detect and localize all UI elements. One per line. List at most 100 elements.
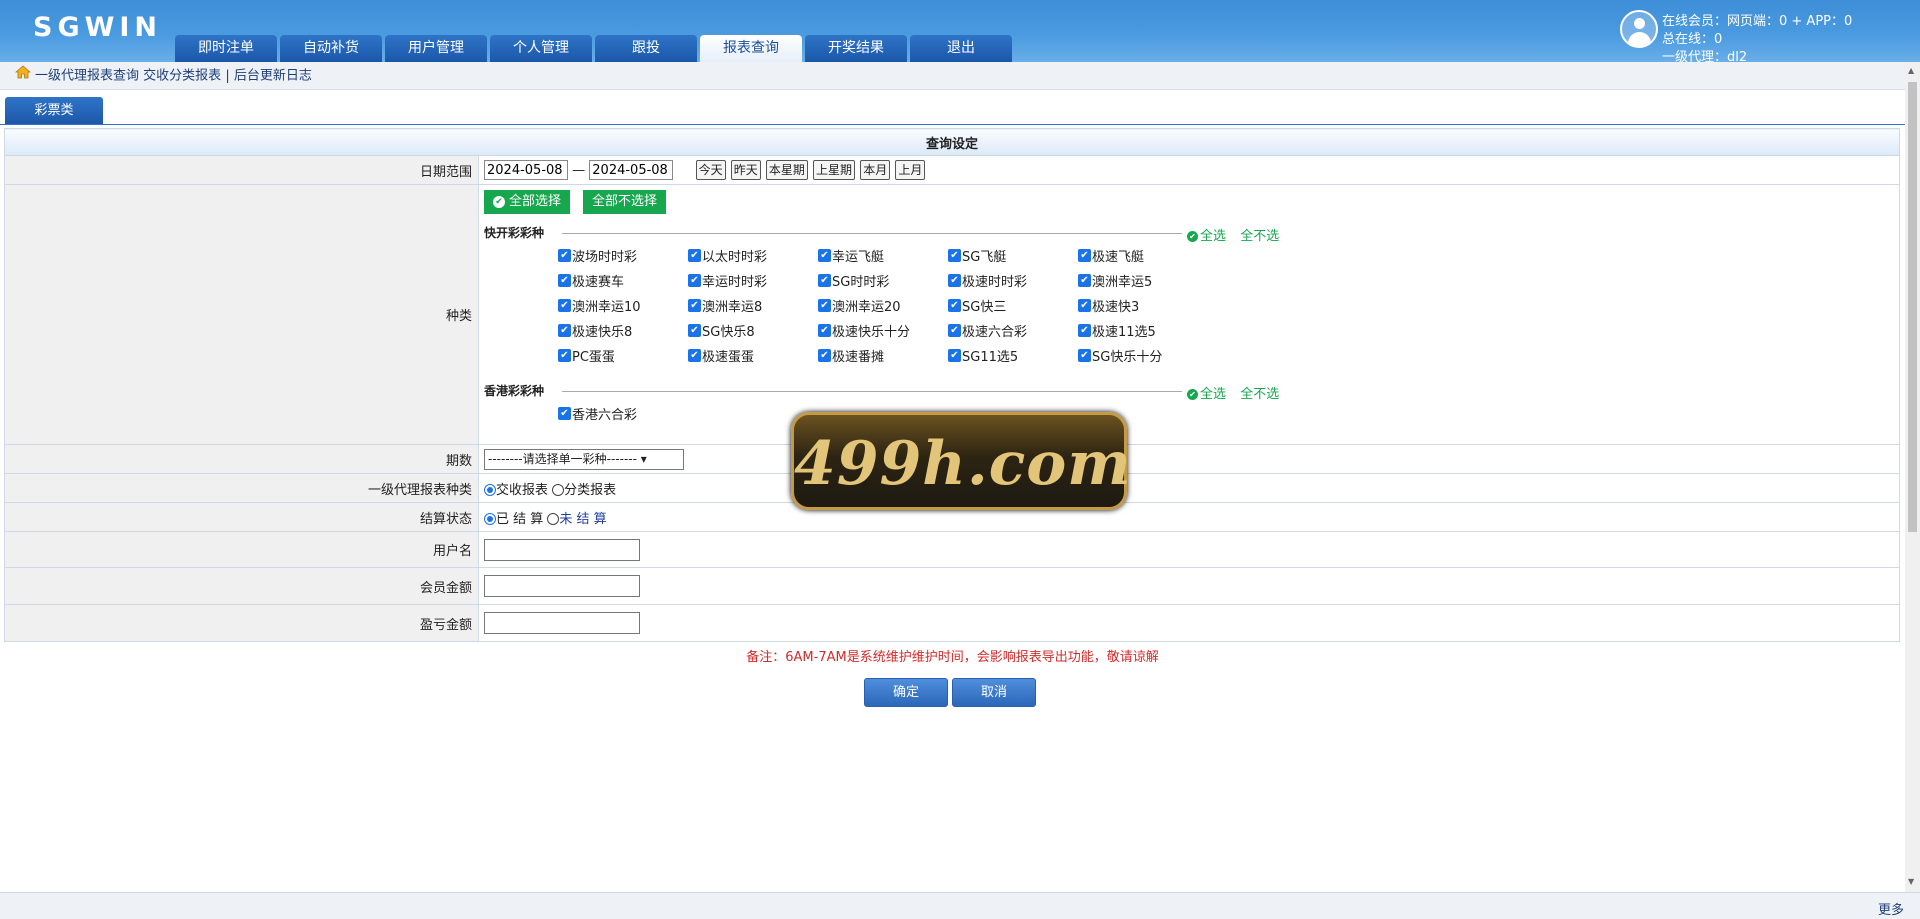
nav-tab-auto-replenish[interactable]: 自动补货 [280,35,382,62]
tab-lottery[interactable]: 彩票类 [5,97,103,125]
checkbox-checked-icon[interactable]: ✔ [688,273,701,287]
checkbox-checked-icon[interactable]: ✔ [688,323,701,337]
game-checkbox-item[interactable]: ✔ SG快乐8 [688,319,818,341]
game-checkbox-item[interactable]: ✔ 澳洲幸运5 [1078,269,1208,291]
checkbox-checked-icon[interactable]: ✔ [1078,348,1091,362]
checkbox-checked-icon[interactable]: ✔ [688,348,701,362]
checkbox-checked-icon[interactable]: ✔ [558,248,571,262]
breadcrumb-link-update-log[interactable]: 后台更新日志 [234,69,312,84]
today-button[interactable]: 今天 [695,159,726,180]
checkbox-checked-icon[interactable]: ✔ [948,273,961,287]
scroll-thumb[interactable] [1908,82,1917,532]
checkbox-checked-icon[interactable]: ✔ [1078,248,1091,262]
date-from-input[interactable] [484,160,568,181]
report-type-label: 一级代理报表种类 [4,473,479,503]
select-all-button[interactable]: ✔ 全部选择 [484,190,571,214]
game-checkbox-item[interactable]: ✔ 澳洲幸运8 [688,294,818,316]
checkbox-checked-icon[interactable]: ✔ [558,323,571,337]
game-checkbox-item[interactable]: ✔ 香港六合彩 [558,402,688,424]
checkbox-checked-icon[interactable]: ✔ [1078,298,1091,312]
checkbox-checked-icon[interactable]: ✔ [1078,323,1091,337]
breadcrumb-separator: | [225,68,230,84]
checkbox-checked-icon[interactable]: ✔ [818,248,831,262]
vertical-scrollbar[interactable]: ▲ ▼ [1905,62,1920,892]
more-link[interactable]: 更多 [1878,899,1904,918]
checkbox-checked-icon[interactable]: ✔ [818,348,831,362]
game-checkbox-item[interactable]: ✔ SG快三 [948,294,1078,316]
nav-tab-follow-bet[interactable]: 跟投 [595,35,697,62]
nav-tab-user-management[interactable]: 用户管理 [385,35,487,62]
group-select-none-link[interactable]: 全不选 [1240,387,1279,402]
checkbox-checked-icon[interactable]: ✔ [948,248,961,262]
group-select-none-link[interactable]: 全不选 [1240,229,1279,244]
game-checkbox-item[interactable]: ✔ 幸运飞艇 [818,244,948,266]
game-checkbox-item[interactable]: ✔ 澳洲幸运20 [818,294,948,316]
last-week-button[interactable]: 上星期 [813,159,856,180]
checkbox-checked-icon[interactable]: ✔ [558,348,571,362]
confirm-button[interactable]: 确定 [864,678,948,707]
game-checkbox-item[interactable]: ✔ 极速六合彩 [948,319,1078,341]
game-checkbox-item[interactable]: ✔ PC蛋蛋 [558,344,688,366]
this-month-button[interactable]: 本月 [860,159,891,180]
game-checkbox-item[interactable]: ✔ SG11选5 [948,344,1078,366]
last-month-button[interactable]: 上月 [895,159,926,180]
date-to-input[interactable] [589,160,674,181]
settled-radio[interactable] [484,513,496,525]
game-checkbox-item[interactable]: ✔ 极速快3 [1078,294,1208,316]
home-icon[interactable] [14,62,32,90]
username-input[interactable] [484,538,640,561]
breadcrumb-link-settlement-report[interactable]: 交收分类报表 [143,69,221,84]
game-checkbox-item[interactable]: ✔ 澳洲幸运10 [558,294,688,316]
group-select-all-link[interactable]: 全选 [1200,387,1226,402]
nav-tab-instant-orders[interactable]: 即时注单 [175,35,277,62]
yesterday-button[interactable]: 昨天 [730,159,761,180]
nav-tab-reports[interactable]: 报表查询 [700,35,802,62]
checkbox-checked-icon[interactable]: ✔ [948,323,961,337]
report-type-settlement-radio[interactable] [484,484,496,496]
checkbox-checked-icon[interactable]: ✔ [948,348,961,362]
game-checkbox-item[interactable]: ✔ 极速快乐十分 [818,319,948,341]
member-amount-input[interactable] [484,575,640,597]
group-select-all-link[interactable]: 全选 [1200,229,1226,244]
game-checkbox-item[interactable]: ✔ 波场时时彩 [558,244,688,266]
checkbox-checked-icon[interactable]: ✔ [558,273,571,287]
unsettled-radio[interactable] [547,513,560,525]
nav-tab-personal[interactable]: 个人管理 [490,35,592,62]
game-checkbox-item[interactable]: ✔ SG快乐十分 [1078,344,1208,366]
game-checkbox-item[interactable]: ✔ 极速赛车 [558,269,688,291]
period-select[interactable]: --------请选择单一彩种------- ▾ [484,448,684,470]
game-checkbox-item[interactable]: ✔ 极速快乐8 [558,319,688,341]
checkbox-checked-icon[interactable]: ✔ [818,273,831,287]
checkbox-checked-icon[interactable]: ✔ [558,298,571,312]
report-type-category-radio[interactable] [552,484,565,496]
scroll-up-icon[interactable]: ▲ [1908,66,1914,75]
game-checkbox-item[interactable]: ✔ 幸运时时彩 [688,269,818,291]
checkbox-checked-icon[interactable]: ✔ [688,298,701,312]
game-checkbox-item[interactable]: ✔ 极速时时彩 [948,269,1078,291]
scroll-down-icon[interactable]: ▼ [1908,877,1914,886]
checkbox-checked-icon[interactable]: ✔ [818,323,831,337]
group-fast-lottery-header: 快开彩彩种 ✔ 全选 全不选 [484,222,1899,244]
game-label: 极速时时彩 [962,274,1028,290]
game-checkbox-item[interactable]: ✔ SG飞艇 [948,244,1078,266]
select-none-button[interactable]: 全部不选择 [583,190,667,214]
checkbox-checked-icon[interactable]: ✔ [688,248,701,262]
game-checkbox-item[interactable]: ✔ 极速蛋蛋 [688,344,818,366]
game-checkbox-item[interactable]: ✔ 极速番摊 [818,344,948,366]
maintenance-note: 备注：6AM-7AM是系统维护维护时间，会影响报表导出功能，敬请谅解 [746,650,1159,665]
game-checkbox-item[interactable]: ✔ 极速11选5 [1078,319,1208,341]
action-buttons: 确定 取消 [864,678,1040,707]
checkbox-checked-icon[interactable]: ✔ [1078,273,1091,287]
game-checkbox-item[interactable]: ✔ SG时时彩 [818,269,948,291]
game-checkbox-item[interactable]: ✔ 以太时时彩 [688,244,818,266]
checkbox-checked-icon[interactable]: ✔ [948,298,961,312]
checkbox-checked-icon[interactable]: ✔ [818,298,831,312]
nav-tab-logout[interactable]: 退出 [910,35,1012,62]
cancel-button[interactable]: 取消 [952,678,1036,707]
checkbox-checked-icon[interactable]: ✔ [558,406,571,420]
game-checkbox-item[interactable]: ✔ 极速飞艇 [1078,244,1208,266]
this-week-button[interactable]: 本星期 [765,159,808,180]
game-label: 波场时时彩 [572,249,638,265]
nav-tab-draw-results[interactable]: 开奖结果 [805,35,907,62]
profit-input[interactable] [484,612,640,634]
